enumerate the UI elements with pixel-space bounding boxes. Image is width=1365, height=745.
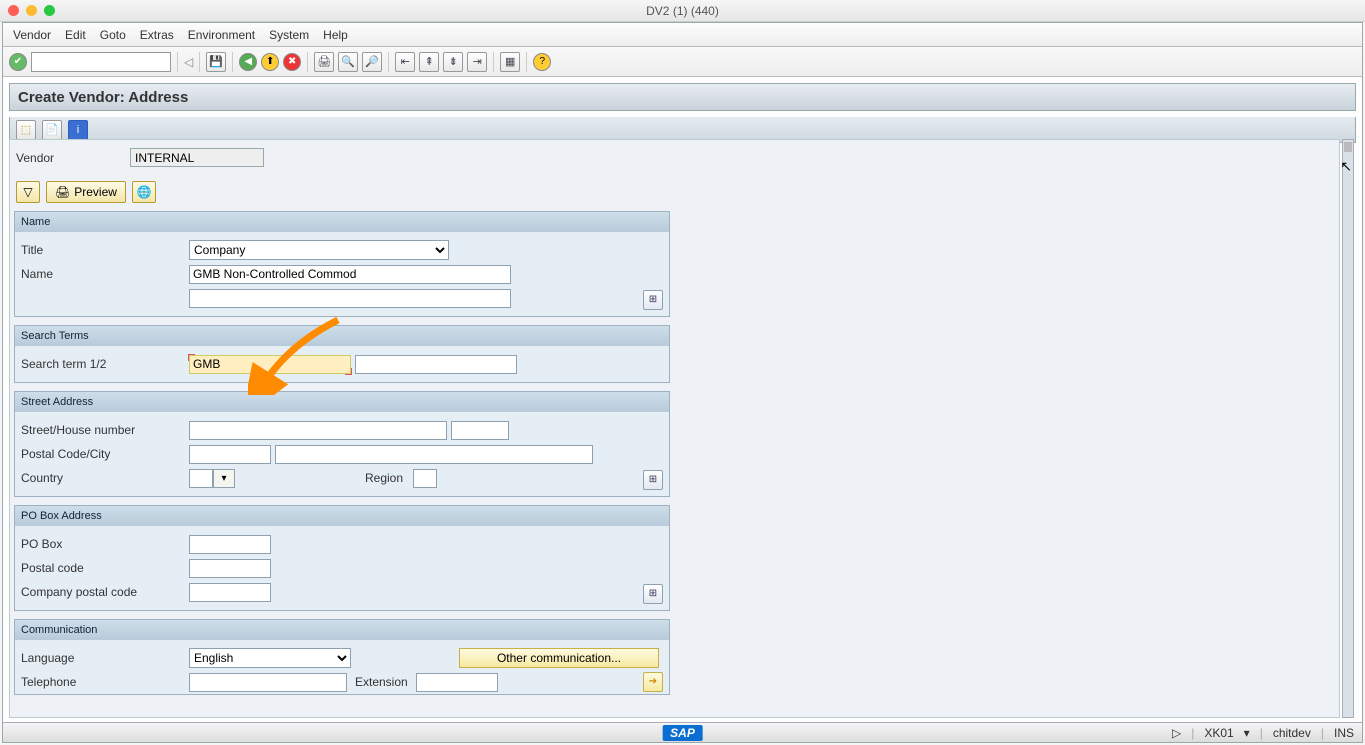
pobox-group-header: PO Box Address bbox=[15, 506, 669, 526]
search-term-1-input[interactable] bbox=[189, 355, 351, 374]
menu-goto[interactable]: Goto bbox=[100, 28, 126, 42]
city-input[interactable] bbox=[275, 445, 593, 464]
menu-edit[interactable]: Edit bbox=[65, 28, 86, 42]
help-icon[interactable]: ? bbox=[533, 53, 551, 71]
country-input[interactable] bbox=[189, 469, 213, 488]
mac-titlebar: DV2 (1) (440) bbox=[0, 0, 1365, 22]
cursor-icon: ↖ bbox=[1340, 158, 1352, 175]
region-input[interactable] bbox=[413, 469, 437, 488]
comm-group-header: Communication bbox=[15, 620, 669, 640]
search-group-header: Search Terms bbox=[15, 326, 669, 346]
search-term-label: Search term 1/2 bbox=[21, 357, 189, 371]
telephone-input[interactable] bbox=[189, 673, 347, 692]
postal-city-label: Postal Code/City bbox=[21, 447, 189, 461]
house-number-input[interactable] bbox=[451, 421, 509, 440]
country-f4-help-button[interactable]: ▾ bbox=[213, 469, 235, 488]
user-text: chitdev bbox=[1273, 726, 1311, 740]
find-icon[interactable]: 🔍 bbox=[338, 52, 358, 72]
vertical-scrollbar[interactable] bbox=[1342, 139, 1354, 718]
extension-label: Extension bbox=[355, 675, 408, 689]
pobox-postal-label: Postal code bbox=[21, 561, 189, 575]
name2-input[interactable] bbox=[189, 289, 511, 308]
name-group-header: Name bbox=[15, 212, 669, 232]
prev-page-icon[interactable]: ⇞ bbox=[419, 52, 439, 72]
more-street-button[interactable]: ⊞ bbox=[643, 470, 663, 490]
status-bar: SAP ▷ | XK01 ▾ | chitdev | INS bbox=[3, 722, 1362, 742]
pobox-group: PO Box Address PO Box Postal code Compan… bbox=[14, 505, 670, 611]
next-page-icon[interactable]: ⇟ bbox=[443, 52, 463, 72]
search-terms-group: Search Terms Search term 1/2 bbox=[14, 325, 670, 383]
region-label: Region bbox=[365, 471, 403, 485]
first-page-icon[interactable]: ⇤ bbox=[395, 52, 415, 72]
command-field[interactable] bbox=[31, 52, 171, 72]
print-icon[interactable]: 🖨 bbox=[314, 52, 334, 72]
session-indicator-icon[interactable]: ▷ bbox=[1172, 726, 1181, 740]
menu-extras[interactable]: Extras bbox=[140, 28, 174, 42]
other-vendor-icon[interactable]: ⬚ bbox=[16, 120, 36, 140]
more-telephone-button[interactable]: ➔ bbox=[643, 672, 663, 692]
new-session-icon[interactable]: ▦ bbox=[500, 52, 520, 72]
vendor-label: Vendor bbox=[16, 151, 120, 165]
name-label: Name bbox=[21, 267, 189, 281]
more-names-button[interactable]: ⊞ bbox=[643, 290, 663, 310]
back-icon[interactable]: ◀ bbox=[239, 53, 257, 71]
company-postal-label: Company postal code bbox=[21, 585, 189, 599]
vendor-field bbox=[130, 148, 264, 167]
find-next-icon[interactable]: 🔎 bbox=[362, 52, 382, 72]
sap-logo: SAP bbox=[662, 725, 703, 741]
enter-icon[interactable]: ✔ bbox=[9, 53, 27, 71]
search-term-2-input[interactable] bbox=[355, 355, 517, 374]
display-icon[interactable]: 📄 bbox=[42, 120, 62, 140]
pobox-postal-input[interactable] bbox=[189, 559, 271, 578]
print-preview-icon: 🖨 bbox=[55, 185, 70, 199]
sap-window: Vendor Edit Goto Extras Environment Syst… bbox=[2, 22, 1363, 743]
international-versions-button[interactable]: 🌐 bbox=[132, 181, 156, 203]
save-icon[interactable]: 💾 bbox=[206, 52, 226, 72]
postal-code-input[interactable] bbox=[189, 445, 271, 464]
street-label: Street/House number bbox=[21, 423, 189, 437]
menu-help[interactable]: Help bbox=[323, 28, 348, 42]
content-area: Vendor ▽ 🖨 Preview 🌐 Name Title Company bbox=[9, 139, 1340, 718]
menu-vendor[interactable]: Vendor bbox=[13, 28, 51, 42]
window-title: DV2 (1) (440) bbox=[0, 4, 1365, 18]
title-select[interactable]: Company bbox=[189, 240, 449, 260]
last-page-icon[interactable]: ⇥ bbox=[467, 52, 487, 72]
exit-icon[interactable]: ⬆ bbox=[261, 53, 279, 71]
info-icon[interactable]: i bbox=[68, 120, 88, 140]
extension-input[interactable] bbox=[416, 673, 498, 692]
name-group: Name Title Company Name ⊞ bbox=[14, 211, 670, 317]
standard-toolbar: ✔ ◁ 💾 ◀ ⬆ ✖ 🖨 🔍 🔎 ⇤ ⇞ ⇟ ⇥ ▦ ? bbox=[3, 47, 1362, 77]
history-back-icon[interactable]: ◁ bbox=[184, 55, 193, 69]
insert-mode-text: INS bbox=[1334, 726, 1354, 740]
menu-system[interactable]: System bbox=[269, 28, 309, 42]
cancel-icon[interactable]: ✖ bbox=[283, 53, 301, 71]
preview-button[interactable]: 🖨 Preview bbox=[46, 181, 126, 203]
street-input[interactable] bbox=[189, 421, 447, 440]
street-address-group: Street Address Street/House number Posta… bbox=[14, 391, 670, 497]
title-label: Title bbox=[21, 243, 189, 257]
name1-input[interactable] bbox=[189, 265, 511, 284]
tcode-text: XK01 bbox=[1204, 726, 1233, 740]
company-postal-input[interactable] bbox=[189, 583, 271, 602]
page-title: Create Vendor: Address bbox=[9, 83, 1356, 111]
pobox-input[interactable] bbox=[189, 535, 271, 554]
language-select[interactable]: English bbox=[189, 648, 351, 668]
language-label: Language bbox=[21, 651, 189, 665]
more-pobox-button[interactable]: ⊞ bbox=[643, 584, 663, 604]
menu-environment[interactable]: Environment bbox=[188, 28, 255, 42]
communication-group: Communication Language English Other com… bbox=[14, 619, 670, 695]
other-communication-button[interactable]: Other communication... bbox=[459, 648, 659, 668]
telephone-label: Telephone bbox=[21, 675, 189, 689]
expand-all-button[interactable]: ▽ bbox=[16, 181, 40, 203]
pobox-label: PO Box bbox=[21, 537, 189, 551]
menu-bar: Vendor Edit Goto Extras Environment Syst… bbox=[3, 23, 1362, 47]
country-label: Country bbox=[21, 471, 189, 485]
tcode-dropdown-icon[interactable]: ▾ bbox=[1244, 726, 1250, 740]
street-group-header: Street Address bbox=[15, 392, 669, 412]
